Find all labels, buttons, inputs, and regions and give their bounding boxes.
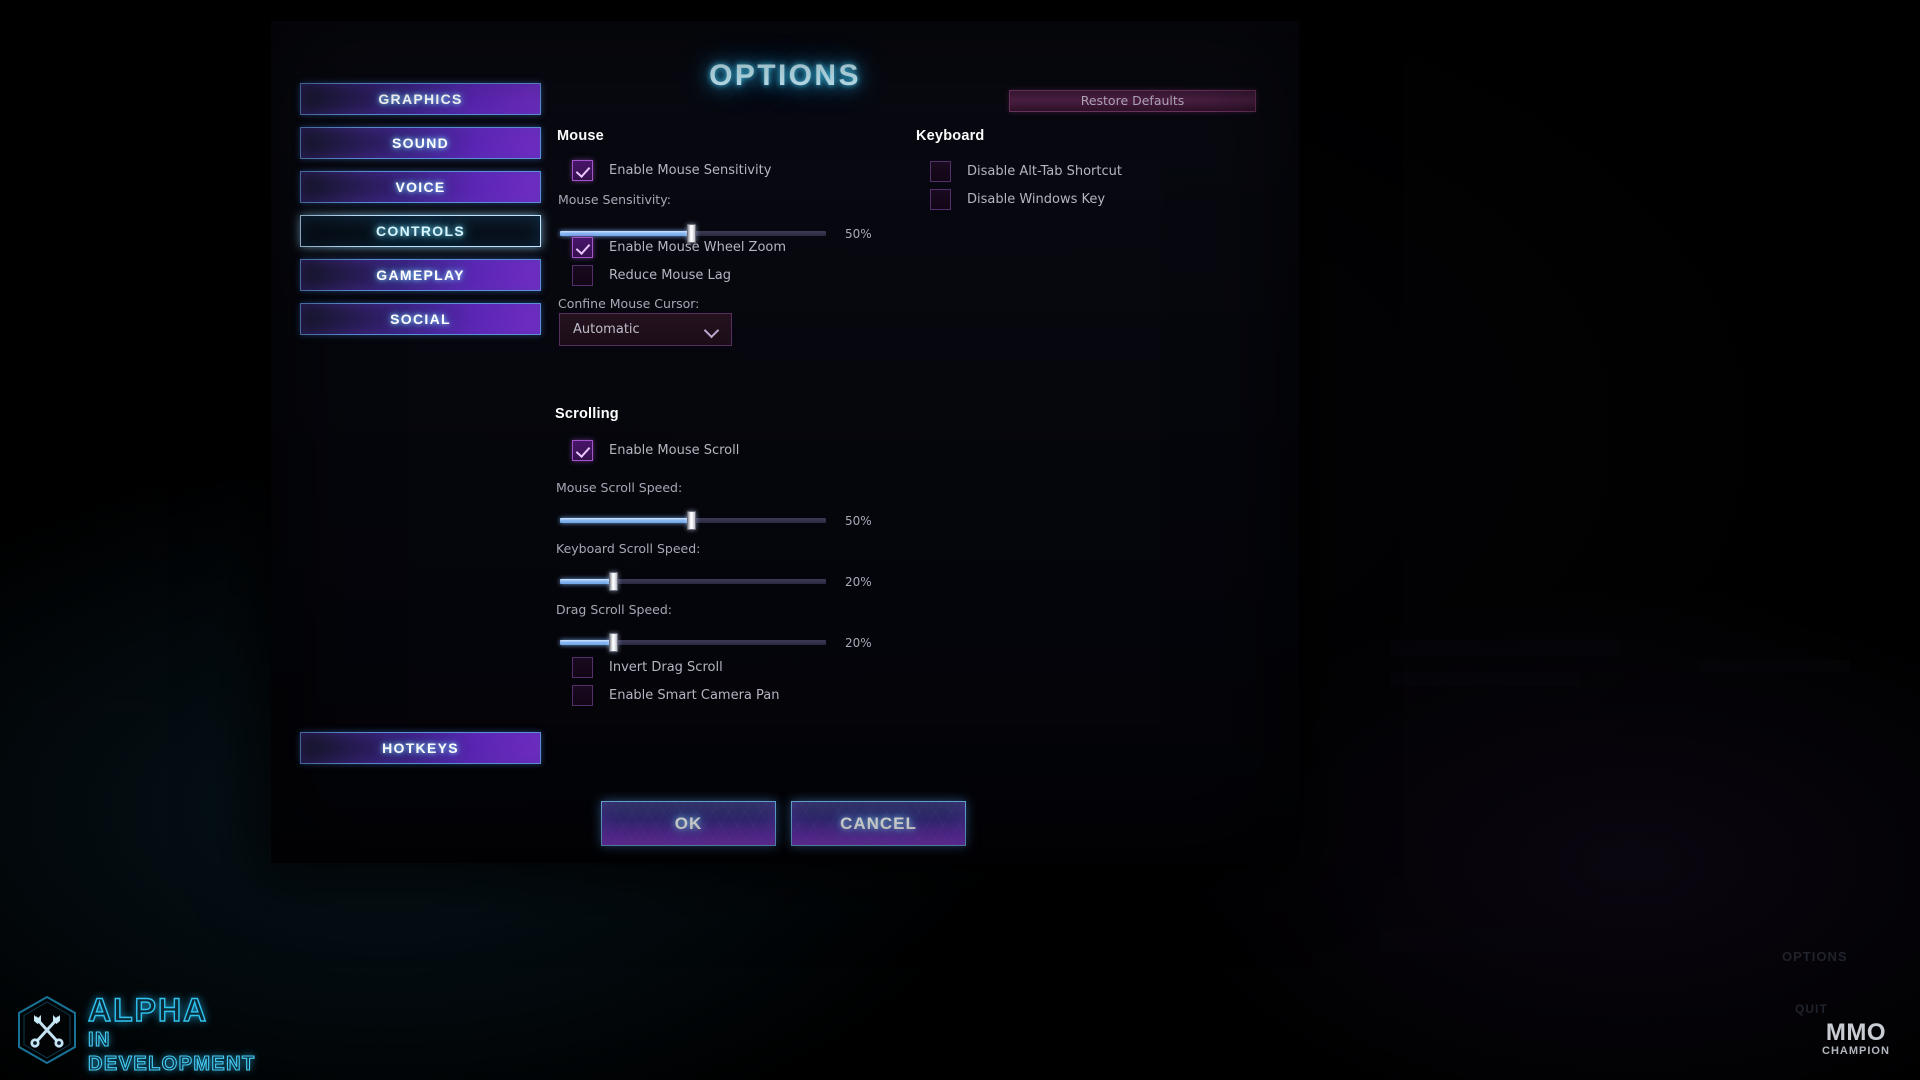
alpha-tools-hex-icon [18, 995, 76, 1065]
reduce-mouse-lag-checkbox[interactable] [572, 265, 593, 286]
enable-mouse-sensitivity-checkbox[interactable] [572, 160, 593, 181]
ok-button[interactable]: OK [601, 801, 776, 846]
scrolling-section-heading: Scrolling [555, 406, 619, 422]
mouse-section-heading: Mouse [557, 128, 604, 144]
drag-scroll-speed-value: 20% [845, 636, 872, 650]
disable-alt-tab-row[interactable]: Disable Alt-Tab Shortcut [930, 161, 1122, 182]
mouse-scroll-speed-knob[interactable] [687, 511, 696, 530]
drag-scroll-speed-fill [560, 640, 613, 645]
enable-mouse-sensitivity-row[interactable]: Enable Mouse Sensitivity [572, 160, 771, 181]
drag-scroll-speed-knob[interactable] [609, 633, 618, 652]
keyboard-section-heading: Keyboard [916, 128, 985, 144]
keyboard-scroll-speed-slider[interactable] [560, 572, 826, 591]
confine-mouse-cursor-value: Automatic [573, 322, 640, 337]
keyboard-scroll-speed-fill [560, 579, 613, 584]
disable-windows-key-row[interactable]: Disable Windows Key [930, 189, 1105, 210]
restore-defaults-button[interactable]: Restore Defaults [1009, 90, 1256, 112]
drag-scroll-speed-slider[interactable] [560, 633, 826, 652]
mouse-sensitivity-value: 50% [845, 227, 872, 241]
invert-drag-scroll-row[interactable]: Invert Drag Scroll [572, 657, 723, 678]
mmo-champion-logo-bottom: CHAMPION [1822, 1045, 1890, 1057]
enable-mouse-scroll-label: Enable Mouse Scroll [609, 443, 740, 458]
disable-windows-key-checkbox[interactable] [930, 189, 951, 210]
nav-item-sound[interactable]: SOUND [300, 127, 541, 159]
alpha-watermark: ALPHA IN DEVELOPMENT [8, 988, 258, 1076]
enable-smart-camera-pan-checkbox[interactable] [572, 685, 593, 706]
nav-item-graphics[interactable]: GRAPHICS [300, 83, 541, 115]
keyboard-scroll-speed-value: 20% [845, 575, 872, 589]
mmo-champion-logo-top: MMO [1825, 1019, 1887, 1046]
hotkeys-button[interactable]: HOTKEYS [300, 732, 541, 764]
nav-item-gameplay[interactable]: GAMEPLAY [300, 259, 541, 291]
enable-mouse-wheel-zoom-checkbox[interactable] [572, 237, 593, 258]
disable-windows-key-label: Disable Windows Key [967, 192, 1106, 207]
alpha-watermark-text: ALPHA IN DEVELOPMENT [87, 991, 258, 1076]
cancel-button[interactable]: CANCEL [791, 801, 966, 846]
invert-drag-scroll-checkbox[interactable] [572, 657, 593, 678]
confine-mouse-cursor-dropdown[interactable]: Automatic [559, 313, 732, 346]
alpha-watermark-line1: ALPHA [87, 991, 209, 1028]
reduce-mouse-lag-label: Reduce Mouse Lag [609, 268, 731, 283]
enable-mouse-scroll-checkbox[interactable] [572, 440, 593, 461]
mouse-scroll-speed-label: Mouse Scroll Speed: [556, 480, 683, 495]
enable-mouse-wheel-zoom-row[interactable]: Enable Mouse Wheel Zoom [572, 237, 786, 258]
drag-scroll-speed-label: Drag Scroll Speed: [556, 602, 672, 617]
ghost-quit-label: QUIT [1795, 1002, 1828, 1016]
keyboard-scroll-speed-label: Keyboard Scroll Speed: [556, 541, 701, 556]
enable-smart-camera-pan-row[interactable]: Enable Smart Camera Pan [572, 685, 779, 706]
mouse-sensitivity-fill [560, 231, 691, 236]
keyboard-scroll-speed-knob[interactable] [609, 572, 618, 591]
mouse-scroll-speed-fill [560, 518, 691, 523]
enable-mouse-wheel-zoom-label: Enable Mouse Wheel Zoom [609, 240, 787, 255]
reduce-mouse-lag-row[interactable]: Reduce Mouse Lag [572, 265, 731, 286]
disable-alt-tab-checkbox[interactable] [930, 161, 951, 182]
alpha-watermark-line2: IN DEVELOPMENT [87, 1028, 256, 1075]
enable-smart-camera-pan-label: Enable Smart Camera Pan [609, 688, 780, 703]
mmo-champion-logo: MMO CHAMPION [1808, 1020, 1904, 1066]
options-dialog: OPTIONS GRAPHICS SOUND VOICE CONTROLS GA… [271, 21, 1299, 863]
mouse-sensitivity-label: Mouse Sensitivity: [558, 192, 671, 207]
ghost-options-label: OPTIONS [1782, 949, 1848, 964]
nav-item-voice[interactable]: VOICE [300, 171, 541, 203]
invert-drag-scroll-label: Invert Drag Scroll [609, 660, 723, 675]
chevron-down-icon [706, 325, 719, 333]
enable-mouse-scroll-row[interactable]: Enable Mouse Scroll [572, 440, 739, 461]
category-nav: GRAPHICS SOUND VOICE CONTROLS GAMEPLAY S… [300, 83, 542, 347]
disable-alt-tab-label: Disable Alt-Tab Shortcut [967, 164, 1122, 179]
confine-mouse-cursor-label: Confine Mouse Cursor: [558, 296, 700, 311]
nav-item-controls[interactable]: CONTROLS [300, 215, 541, 247]
mouse-scroll-speed-value: 50% [845, 514, 872, 528]
nav-item-social[interactable]: SOCIAL [300, 303, 541, 335]
mouse-scroll-speed-slider[interactable] [560, 511, 826, 530]
enable-mouse-sensitivity-label: Enable Mouse Sensitivity [609, 163, 772, 178]
